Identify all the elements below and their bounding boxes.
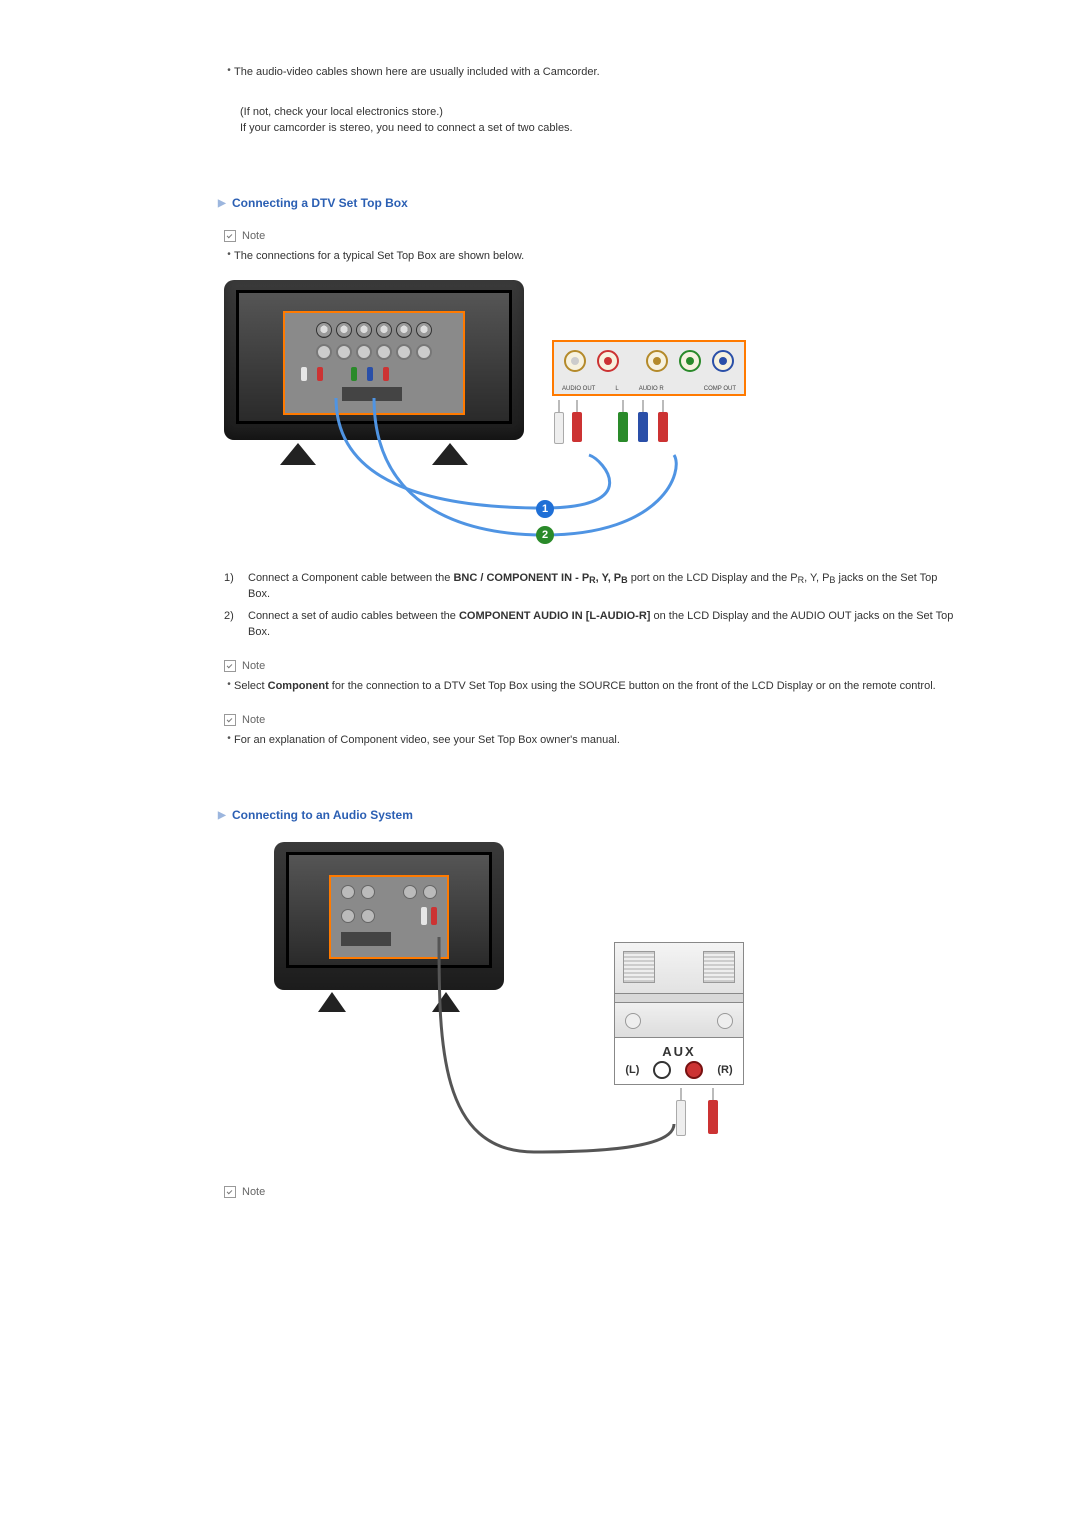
bullet-camcorder-cables: • The audio-video cables shown here are … [224, 64, 960, 80]
note-label: Note [242, 1186, 265, 1198]
step-1: 1) Connect a Component cable between the… [224, 570, 960, 602]
component-pr-port-icon [712, 350, 734, 372]
aux-label: AUX [662, 1044, 695, 1059]
bullet-dtv-connections: • The connections for a typical Set Top … [224, 248, 960, 264]
bullet-dot-icon: • [224, 248, 234, 262]
settop-ports-panel: AUDIO OUTLAUDIO RCOMP OUT [552, 340, 746, 396]
bullet-text: Select Component for the connection to a… [234, 678, 960, 694]
heading-dtv-text: Connecting a DTV Set Top Box [232, 196, 408, 210]
note-row-2: Note [224, 660, 960, 672]
heading-audio-text: Connecting to an Audio System [232, 808, 413, 822]
audio-r-port-icon [597, 350, 619, 372]
lcd-rear-panel [329, 875, 449, 959]
component-cable-plugs-icon [618, 400, 718, 450]
note-label: Note [242, 714, 265, 726]
bullet-dot-icon: • [224, 64, 234, 78]
bullet-dot-icon: • [224, 678, 234, 692]
chevron-right-icon: ▶ [218, 810, 232, 821]
aux-r-label: (R) [717, 1064, 732, 1076]
audio-cable-plugs-icon [554, 400, 594, 450]
lcd-display-icon [274, 842, 504, 1012]
checkbox-note-icon [224, 714, 236, 726]
line-if-not: (If not, check your local electronics st… [240, 104, 960, 120]
aux-l-label: (L) [625, 1064, 639, 1076]
camcorder-extra: (If not, check your local electronics st… [240, 104, 960, 136]
note-row-end: Note [224, 1186, 960, 1198]
aux-cable-plugs-icon [676, 1088, 718, 1138]
note-row-1: Note [224, 230, 960, 242]
note-label: Note [242, 660, 265, 672]
chevron-right-icon: ▶ [218, 198, 232, 209]
lcd-rear-panel [283, 311, 465, 415]
aux-input-panel: AUX (L) (R) [614, 1038, 744, 1085]
lcd-display-icon [224, 280, 524, 465]
aux-l-port-icon [653, 1061, 671, 1079]
checkbox-note-icon [224, 660, 236, 672]
bullet-text: The audio-video cables shown here are us… [234, 64, 960, 80]
step-number: 1) [224, 570, 248, 586]
audio-system-icon: AUX (L) (R) [614, 942, 744, 1085]
step-2: 2) Connect a set of audio cables between… [224, 608, 960, 640]
line-stereo: If your camcorder is stereo, you need to… [240, 120, 960, 136]
audio-connection-diagram: AUX (L) (R) [274, 842, 754, 1162]
step-number: 2) [224, 608, 248, 624]
bullet-text: The connections for a typical Set Top Bo… [234, 248, 960, 264]
component-pb-port-icon [679, 350, 701, 372]
checkbox-note-icon [224, 230, 236, 242]
heading-dtv: ▶ Connecting a DTV Set Top Box [218, 196, 960, 210]
bullet-text: For an explanation of Component video, s… [234, 732, 960, 748]
component-y-port-icon [646, 350, 668, 372]
note-label: Note [242, 230, 265, 242]
bullet-component-manual: • For an explanation of Component video,… [224, 732, 960, 748]
step-text: Connect a set of audio cables between th… [248, 608, 960, 640]
document-page: • The audio-video cables shown here are … [0, 0, 1080, 1528]
bullet-select-component: • Select Component for the connection to… [224, 678, 960, 694]
checkbox-note-icon [224, 1186, 236, 1198]
audio-l-port-icon [564, 350, 586, 372]
dtv-connection-diagram: AUDIO OUTLAUDIO RCOMP OUT 1 2 [224, 280, 746, 550]
aux-r-port-icon [685, 1061, 703, 1079]
bullet-dot-icon: • [224, 732, 234, 746]
port-labels: AUDIO OUTLAUDIO RCOMP OUT [562, 386, 736, 392]
step-badge-2-icon: 2 [536, 526, 554, 544]
note-row-3: Note [224, 714, 960, 726]
step-badge-1-icon: 1 [536, 500, 554, 518]
step-text: Connect a Component cable between the BN… [248, 570, 960, 602]
heading-audio: ▶ Connecting to an Audio System [218, 808, 960, 822]
